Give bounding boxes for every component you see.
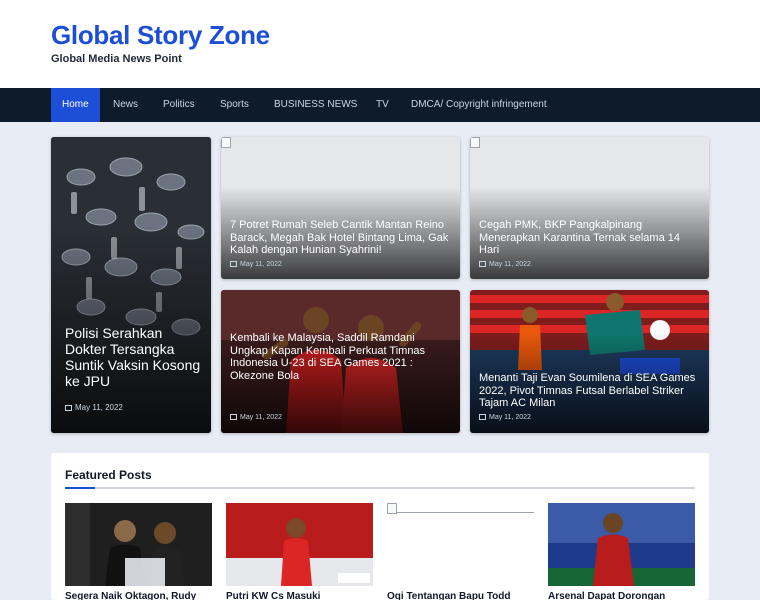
news-card-date: May 11, 2022: [230, 414, 282, 421]
news-card[interactable]: Menanti Taji Evan Soumilena di SEA Games…: [470, 290, 709, 433]
calendar-icon: [479, 261, 486, 267]
featured-post[interactable]: Putri KW Cs Masuki: [226, 503, 373, 600]
nav-item-home[interactable]: Home: [51, 88, 100, 122]
featured-post-thumbnail[interactable]: [226, 503, 373, 586]
broken-image-icon: [221, 137, 231, 148]
site-title[interactable]: Global Story Zone: [51, 20, 270, 51]
nav-item-politics[interactable]: Politics: [152, 88, 206, 122]
calendar-icon: [230, 414, 237, 420]
featured-post-thumbnail[interactable]: [548, 503, 695, 586]
site-tagline: Global Media News Point: [51, 53, 182, 65]
nav-item-dmca[interactable]: DMCA/ Copyright infringement: [400, 88, 558, 122]
divider: [65, 487, 695, 489]
fighters-photo-icon: [65, 503, 212, 586]
news-card[interactable]: Kembali ke Malaysia, Saddil Ramdani Ungk…: [221, 290, 460, 433]
featured-post-title[interactable]: Arsenal Dapat Dorongan: [548, 591, 665, 600]
broken-image-icon: [387, 503, 397, 514]
news-card[interactable]: Cegah PMK, BKP Pangkalpinang Menerapkan …: [470, 137, 709, 279]
featured-post-title[interactable]: Segera Naik Oktagon, Rudy: [65, 591, 196, 600]
site-header: Global Story Zone Global Media News Poin…: [0, 0, 760, 88]
news-card-date: May 11, 2022: [479, 414, 531, 421]
stadium-player-photo-icon: [548, 503, 695, 586]
featured-posts-heading: Featured Posts: [65, 468, 152, 482]
news-card-title[interactable]: 7 Potret Rumah Seleb Cantik Mantan Reino…: [230, 219, 451, 257]
nav-item-tv[interactable]: TV: [365, 88, 400, 122]
main-navigation: Home News Politics Sports BUSINESS NEWS …: [0, 88, 760, 122]
broken-image-icon: [470, 137, 480, 148]
featured-post-thumbnail[interactable]: [65, 503, 212, 586]
badminton-player-photo-icon: [226, 503, 373, 586]
news-card-date: May 11, 2022: [479, 261, 531, 268]
news-card[interactable]: 7 Potret Rumah Seleb Cantik Mantan Reino…: [221, 137, 460, 279]
calendar-icon: [479, 414, 486, 420]
news-card-title[interactable]: Cegah PMK, BKP Pangkalpinang Menerapkan …: [479, 219, 700, 257]
news-card-date: May 11, 2022: [230, 261, 282, 268]
news-card-date: May 11, 2022: [65, 403, 123, 412]
news-card-large[interactable]: Polisi Serahkan Dokter Tersangka Suntik …: [51, 137, 211, 433]
news-card-title[interactable]: Kembali ke Malaysia, Saddil Ramdani Ungk…: [230, 332, 451, 383]
featured-post-thumbnail[interactable]: [387, 503, 534, 586]
calendar-icon: [230, 261, 237, 267]
featured-post-title[interactable]: Oqi Tentangan Bapu Todd: [387, 591, 511, 600]
news-card-title[interactable]: Polisi Serahkan Dokter Tersangka Suntik …: [65, 325, 202, 389]
nav-item-sports[interactable]: Sports: [209, 88, 260, 122]
featured-post[interactable]: Arsenal Dapat Dorongan: [548, 503, 695, 600]
news-card-title[interactable]: Menanti Taji Evan Soumilena di SEA Games…: [479, 372, 700, 410]
nav-item-business-news[interactable]: BUSINESS NEWS: [263, 88, 368, 122]
featured-post[interactable]: Oqi Tentangan Bapu Todd: [387, 503, 534, 600]
featured-post-title[interactable]: Putri KW Cs Masuki: [226, 591, 320, 600]
nav-item-news[interactable]: News: [102, 88, 149, 122]
featured-posts-section: Featured Posts Segera Naik Oktagon, Rudy: [51, 453, 709, 600]
calendar-icon: [65, 405, 72, 411]
featured-post[interactable]: Segera Naik Oktagon, Rudy: [65, 503, 212, 600]
